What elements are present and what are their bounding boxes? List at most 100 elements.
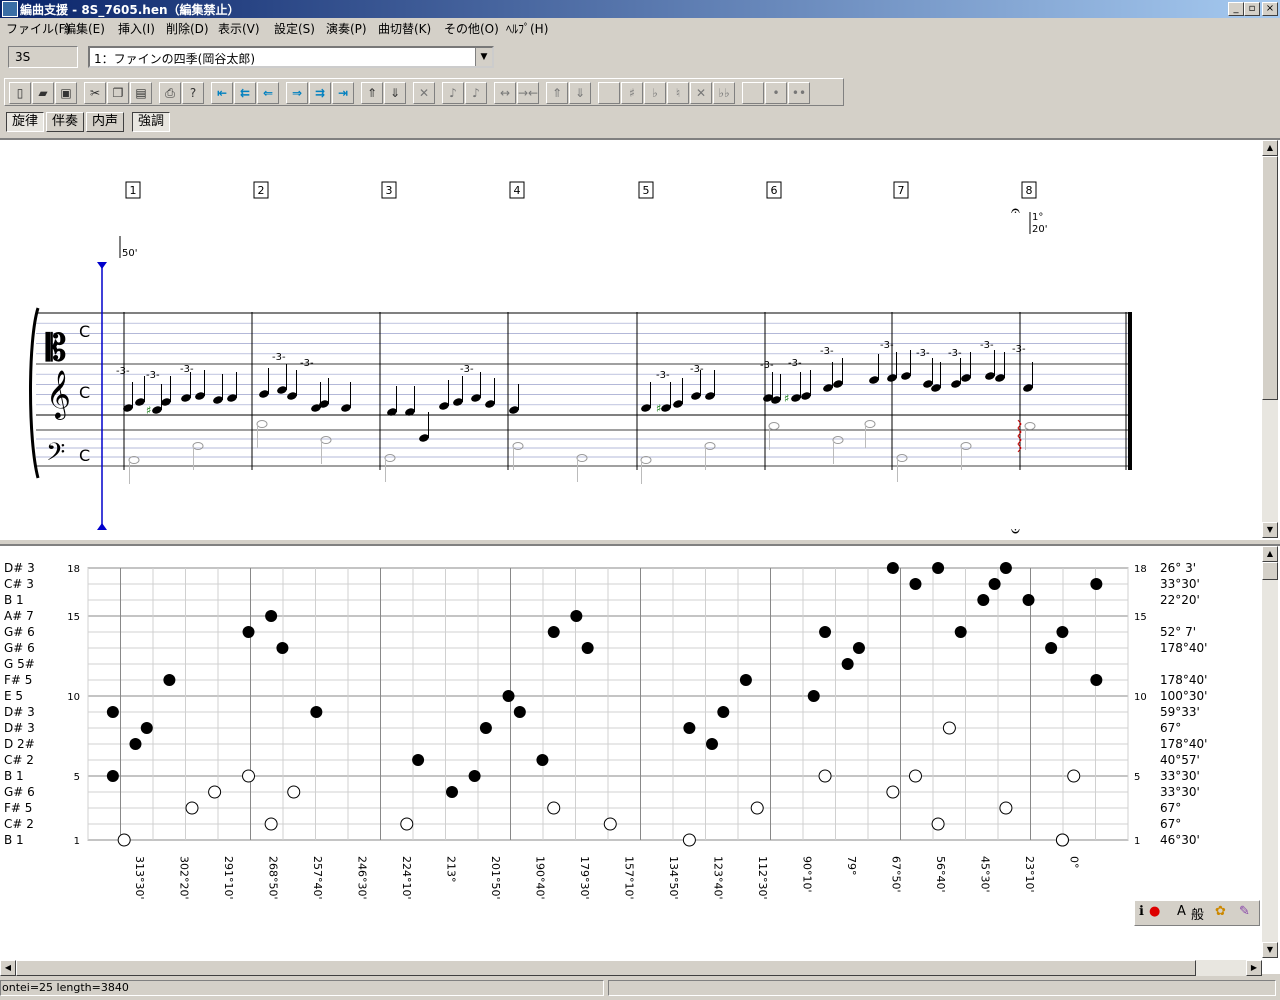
scroll-right-icon[interactable]: ▶ xyxy=(1246,960,1262,976)
mode-accompaniment-button[interactable]: 伴奏 xyxy=(46,112,84,132)
menu-edit[interactable]: 編集(E) xyxy=(64,20,105,37)
status-panel xyxy=(608,980,1276,996)
scroll-up-icon[interactable]: ▲ xyxy=(1262,140,1278,156)
dot-icon[interactable]: • xyxy=(765,82,787,104)
maximize-button[interactable]: ▫ xyxy=(1244,2,1260,16)
open-icon[interactable]: ▰ xyxy=(32,82,54,104)
double-sharp-icon[interactable]: ✕ xyxy=(690,82,712,104)
mode-inner-voice-button[interactable]: 内声 xyxy=(86,112,124,132)
pitch-down-icon[interactable]: ⇓ xyxy=(569,82,591,104)
eraser-icon[interactable]: ✎ xyxy=(1239,904,1250,919)
menu-help[interactable]: ﾍﾙﾌﾟ(H) xyxy=(506,20,548,37)
accomp-note-head xyxy=(512,442,524,450)
graph-scroll-up-icon[interactable]: ▲ xyxy=(1262,546,1278,562)
double-dot-icon[interactable]: •• xyxy=(788,82,810,104)
tuplet-mark: -3- xyxy=(916,348,930,359)
general-icon[interactable]: 般 xyxy=(1191,904,1204,923)
graph-horizontal-scrollbar[interactable]: ◀ ▶ xyxy=(0,960,1262,976)
delete-icon[interactable]: ✕ xyxy=(413,82,435,104)
note-up-icon[interactable]: ♪ xyxy=(442,82,464,104)
pitch-graph[interactable]: D# 3 C# 3 B 1 A# 7 G# 6 G# 6 G 5# F# 5 E 5 D# 3 D#… xyxy=(0,546,1262,958)
help-icon[interactable]: ? xyxy=(182,82,204,104)
menu-settings[interactable]: 設定(S) xyxy=(274,20,315,37)
widen-icon[interactable]: ↔ xyxy=(494,82,516,104)
melody-note xyxy=(163,674,176,686)
minimize-button[interactable]: _ xyxy=(1228,2,1244,16)
prev-icon[interactable]: ⇐ xyxy=(257,82,279,104)
pitch-up-icon[interactable]: ⇑ xyxy=(546,82,568,104)
note-down-icon[interactable]: ♪ xyxy=(465,82,487,104)
flat-icon[interactable]: ♭ xyxy=(644,82,666,104)
melody-note xyxy=(954,626,967,638)
menu-switch[interactable]: 曲切替(K) xyxy=(378,20,431,37)
palette-icon[interactable]: ✿ xyxy=(1215,904,1226,919)
pitch-label: D# 3 xyxy=(4,721,35,735)
menu-play[interactable]: 演奏(P) xyxy=(326,20,367,37)
part-select[interactable]: 1：ファインの四季(岡谷太郎) ▼ xyxy=(88,46,494,68)
record-icon[interactable]: ● xyxy=(1149,904,1160,919)
score-pane[interactable]: 12345678 -3- -3- -3- -3- -3- -3- -3- -3- -3- -3- -… xyxy=(0,138,1280,540)
accomp-note xyxy=(931,817,945,831)
y-tick-right: 15 xyxy=(1134,612,1147,623)
close-button[interactable]: × xyxy=(1262,2,1278,16)
accomp-note-head xyxy=(384,454,396,462)
accomp-note xyxy=(750,801,764,815)
score-vertical-scrollbar[interactable]: ▲ ▼ xyxy=(1262,140,1278,538)
menu-delete[interactable]: 削除(D) xyxy=(166,20,209,37)
sharp-icon[interactable]: ♯ xyxy=(621,82,643,104)
fermata-icon: 𝄐 xyxy=(1011,201,1020,220)
melody-note xyxy=(1090,674,1103,686)
copy-icon[interactable]: ❐ xyxy=(107,82,129,104)
menu-view[interactable]: 表示(V) xyxy=(218,20,260,37)
mode-emphasis-button[interactable]: 強調 xyxy=(132,112,170,132)
chevron-down-icon[interactable]: ▼ xyxy=(475,48,492,66)
paste-icon[interactable]: ▤ xyxy=(130,82,152,104)
print-icon[interactable]: ⎙ xyxy=(159,82,181,104)
angle-label: 67° xyxy=(1160,817,1181,831)
font-icon[interactable]: A xyxy=(1177,904,1186,919)
angle-label: 67° xyxy=(1160,801,1181,815)
graph-vertical-scrollbar[interactable]: ▲ ▼ xyxy=(1262,546,1278,958)
scroll-down-icon[interactable]: ▼ xyxy=(1262,522,1278,538)
accomp-note xyxy=(287,785,301,799)
menu-insert[interactable]: 挿入(I) xyxy=(118,20,155,37)
new-icon[interactable]: ▯ xyxy=(9,82,31,104)
pitch-label: B 1 xyxy=(4,769,24,783)
down-icon[interactable]: ⇓ xyxy=(384,82,406,104)
score-canvas[interactable]: 12345678 -3- -3--3--3--3--3--3--3- -3- -3--… xyxy=(0,140,1262,540)
scroll-thumb[interactable] xyxy=(1262,156,1278,400)
graph-scroll-down-icon[interactable]: ▼ xyxy=(1262,942,1278,958)
narrow-icon[interactable]: →← xyxy=(517,82,539,104)
graph-pane[interactable]: D# 3 C# 3 B 1 A# 7 G# 6 G# 6 G 5# F# 5 E 5 D# 3 D#… xyxy=(0,544,1280,976)
accomp-note-head xyxy=(1024,422,1036,430)
mode-melody-button[interactable]: 旋律 xyxy=(6,112,44,132)
last-icon[interactable]: ⇥ xyxy=(332,82,354,104)
melody-note xyxy=(988,578,1001,590)
x-angle-label: 23°10' xyxy=(1023,856,1036,893)
up-icon[interactable]: ⇑ xyxy=(361,82,383,104)
fast-forward-icon[interactable]: ⇉ xyxy=(309,82,331,104)
melody-note xyxy=(547,626,560,638)
first-icon[interactable]: ⇤ xyxy=(211,82,233,104)
double-flat-icon[interactable]: ♭♭ xyxy=(713,82,735,104)
blank-icon[interactable] xyxy=(742,82,764,104)
pitch-label: A# 7 xyxy=(4,609,34,623)
rewind-icon[interactable]: ⇇ xyxy=(234,82,256,104)
tuplet-mark: -3- xyxy=(690,364,704,375)
next-icon[interactable]: ⇒ xyxy=(286,82,308,104)
scroll-left-icon[interactable]: ◀ xyxy=(0,960,16,976)
cut-icon[interactable]: ✂ xyxy=(84,82,106,104)
blank-icon[interactable] xyxy=(598,82,620,104)
save-icon[interactable]: ▣ xyxy=(55,82,77,104)
menu-other[interactable]: その他(O) xyxy=(444,20,499,37)
y-tick-left: 15 xyxy=(67,612,80,623)
tuplet-mark: -3- xyxy=(116,366,130,377)
graph-scroll-thumb[interactable] xyxy=(1262,562,1278,580)
info-icon[interactable]: ℹ xyxy=(1139,904,1144,919)
natural-icon[interactable]: ♮ xyxy=(667,82,689,104)
accomp-note-head xyxy=(896,454,908,462)
title-bar: 編曲支援 - 8S_7605.hen（編集禁止） _ ▫ × xyxy=(0,0,1280,18)
menu-file[interactable]: ファイル(F) xyxy=(6,20,70,37)
tuplet-mark: -3- xyxy=(980,340,994,351)
h-scroll-thumb[interactable] xyxy=(16,960,1196,976)
